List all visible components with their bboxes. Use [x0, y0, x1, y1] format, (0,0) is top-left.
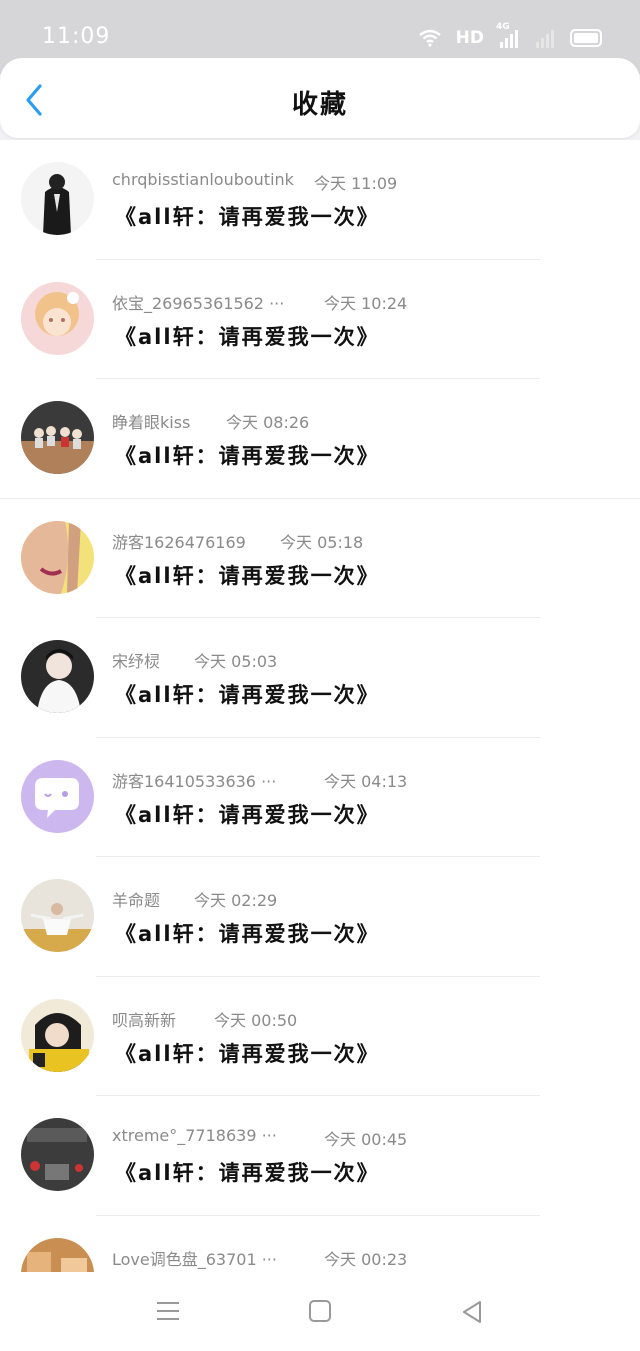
- author-name[interactable]: Love调色盘_63701 ···: [112, 1246, 277, 1270]
- avatar[interactable]: [21, 281, 94, 355]
- battery-icon: [570, 29, 602, 47]
- author-name[interactable]: 游客1626476169: [112, 529, 246, 553]
- item-timestamp: 今天 08:26: [226, 413, 310, 432]
- item-title[interactable]: 《all轩：请再爱我一次》: [115, 799, 380, 829]
- list-item[interactable]: xtreme°_7718639 ··· 今天 00:45 《all轩：请再爱我一…: [0, 1096, 640, 1216]
- favorites-list: chrqbisstianlouboutink 今天 11:09 《all轩：请再…: [0, 140, 640, 1272]
- item-title[interactable]: 《all轩：请再爱我一次》: [115, 918, 380, 948]
- item-meta: 呗高新新 今天 00:50: [112, 1007, 432, 1033]
- item-timestamp: 今天 02:29: [194, 891, 278, 910]
- menu-icon[interactable]: [155, 1299, 181, 1323]
- author-name[interactable]: chrqbisstianlouboutink: [112, 170, 294, 189]
- avatar[interactable]: [21, 879, 94, 952]
- item-timestamp: 今天 00:23: [324, 1249, 408, 1269]
- author-name[interactable]: 宋纾棂: [112, 648, 160, 672]
- author-name[interactable]: xtreme°_7718639 ···: [112, 1126, 277, 1145]
- item-timestamp: 今天 05:03: [194, 652, 278, 671]
- page-title: 收藏: [291, 90, 348, 120]
- home-icon[interactable]: [308, 1299, 332, 1323]
- avatar[interactable]: [21, 520, 94, 594]
- avatar[interactable]: [21, 1237, 94, 1272]
- list-item[interactable]: 依宝_26965361562 ··· 今天 10:24 《all轩：请再爱我一次…: [0, 260, 640, 379]
- item-meta: Love调色盘_63701 ··· 今天 00:23: [112, 1246, 432, 1272]
- item-timestamp: 今天 05:18: [280, 532, 364, 552]
- list-item[interactable]: 羊命题 今天 02:29 《all轩：请再爱我一次》: [0, 857, 640, 977]
- item-timestamp: 今天 10:24: [324, 293, 408, 313]
- avatar[interactable]: [21, 640, 94, 713]
- list-item[interactable]: Love调色盘_63701 ··· 今天 00:23: [0, 1216, 640, 1272]
- item-timestamp: 今天 11:09: [314, 174, 398, 193]
- item-title[interactable]: 《all轩：请再爱我一次》: [115, 1157, 380, 1187]
- item-title[interactable]: 《all轩：请再爱我一次》: [115, 201, 380, 231]
- item-timestamp: 今天 04:13: [324, 771, 408, 791]
- status-time: 11:09: [42, 24, 111, 49]
- network-hd-label: HD: [455, 28, 484, 48]
- item-meta: 睁着眼kiss 今天 08:26: [112, 409, 432, 435]
- avatar[interactable]: [21, 998, 94, 1072]
- avatar[interactable]: [21, 759, 94, 833]
- signal-strength-icon-2: [536, 30, 554, 48]
- item-title[interactable]: 《all轩：请再爱我一次》: [115, 440, 380, 470]
- item-timestamp: 今天 00:45: [324, 1130, 408, 1149]
- item-title[interactable]: 《all轩：请再爱我一次》: [115, 679, 380, 709]
- signal-strength-icon: 4G: [496, 22, 520, 48]
- item-timestamp: 今天 00:50: [214, 1010, 298, 1030]
- author-name[interactable]: 呗高新新: [112, 1007, 176, 1031]
- author-name[interactable]: 依宝_26965361562 ···: [112, 290, 284, 314]
- item-meta: 宋纾棂 今天 05:03: [112, 648, 432, 674]
- list-item[interactable]: chrqbisstianlouboutink 今天 11:09 《all轩：请再…: [0, 140, 640, 260]
- list-item[interactable]: 游客1626476169 今天 05:18 《all轩：请再爱我一次》: [0, 499, 640, 618]
- item-meta: chrqbisstianlouboutink 今天 11:09: [112, 170, 432, 196]
- list-item[interactable]: 呗高新新 今天 00:50 《all轩：请再爱我一次》: [0, 977, 640, 1096]
- list-item[interactable]: 游客16410533636 ··· 今天 04:13 《all轩：请再爱我一次》: [0, 738, 640, 857]
- item-meta: xtreme°_7718639 ··· 今天 00:45: [112, 1126, 432, 1152]
- avatar[interactable]: [21, 1118, 94, 1191]
- item-meta: 羊命题 今天 02:29: [112, 887, 432, 913]
- item-meta: 依宝_26965361562 ··· 今天 10:24: [112, 290, 432, 316]
- system-navigation-bar: [0, 1272, 640, 1351]
- item-title[interactable]: 《all轩：请再爱我一次》: [115, 560, 380, 590]
- item-meta: 游客16410533636 ··· 今天 04:13: [112, 768, 432, 794]
- item-title[interactable]: 《all轩：请再爱我一次》: [115, 1038, 380, 1068]
- item-meta: 游客1626476169 今天 05:18: [112, 529, 432, 555]
- avatar[interactable]: [21, 162, 94, 235]
- author-name[interactable]: 羊命题: [112, 887, 160, 911]
- list-item[interactable]: 睁着眼kiss 今天 08:26 《all轩：请再爱我一次》: [0, 379, 640, 499]
- item-title[interactable]: 《all轩：请再爱我一次》: [115, 321, 380, 351]
- author-name[interactable]: 睁着眼kiss: [112, 409, 190, 433]
- wifi-icon: [418, 29, 441, 47]
- list-item[interactable]: 宋纾棂 今天 05:03 《all轩：请再爱我一次》: [0, 618, 640, 738]
- top-nav-bar: 收藏: [0, 58, 640, 138]
- author-name[interactable]: 游客16410533636 ···: [112, 768, 276, 792]
- avatar[interactable]: [21, 401, 94, 474]
- status-icons: HD 4G: [418, 22, 602, 50]
- back-triangle-icon[interactable]: [460, 1299, 484, 1325]
